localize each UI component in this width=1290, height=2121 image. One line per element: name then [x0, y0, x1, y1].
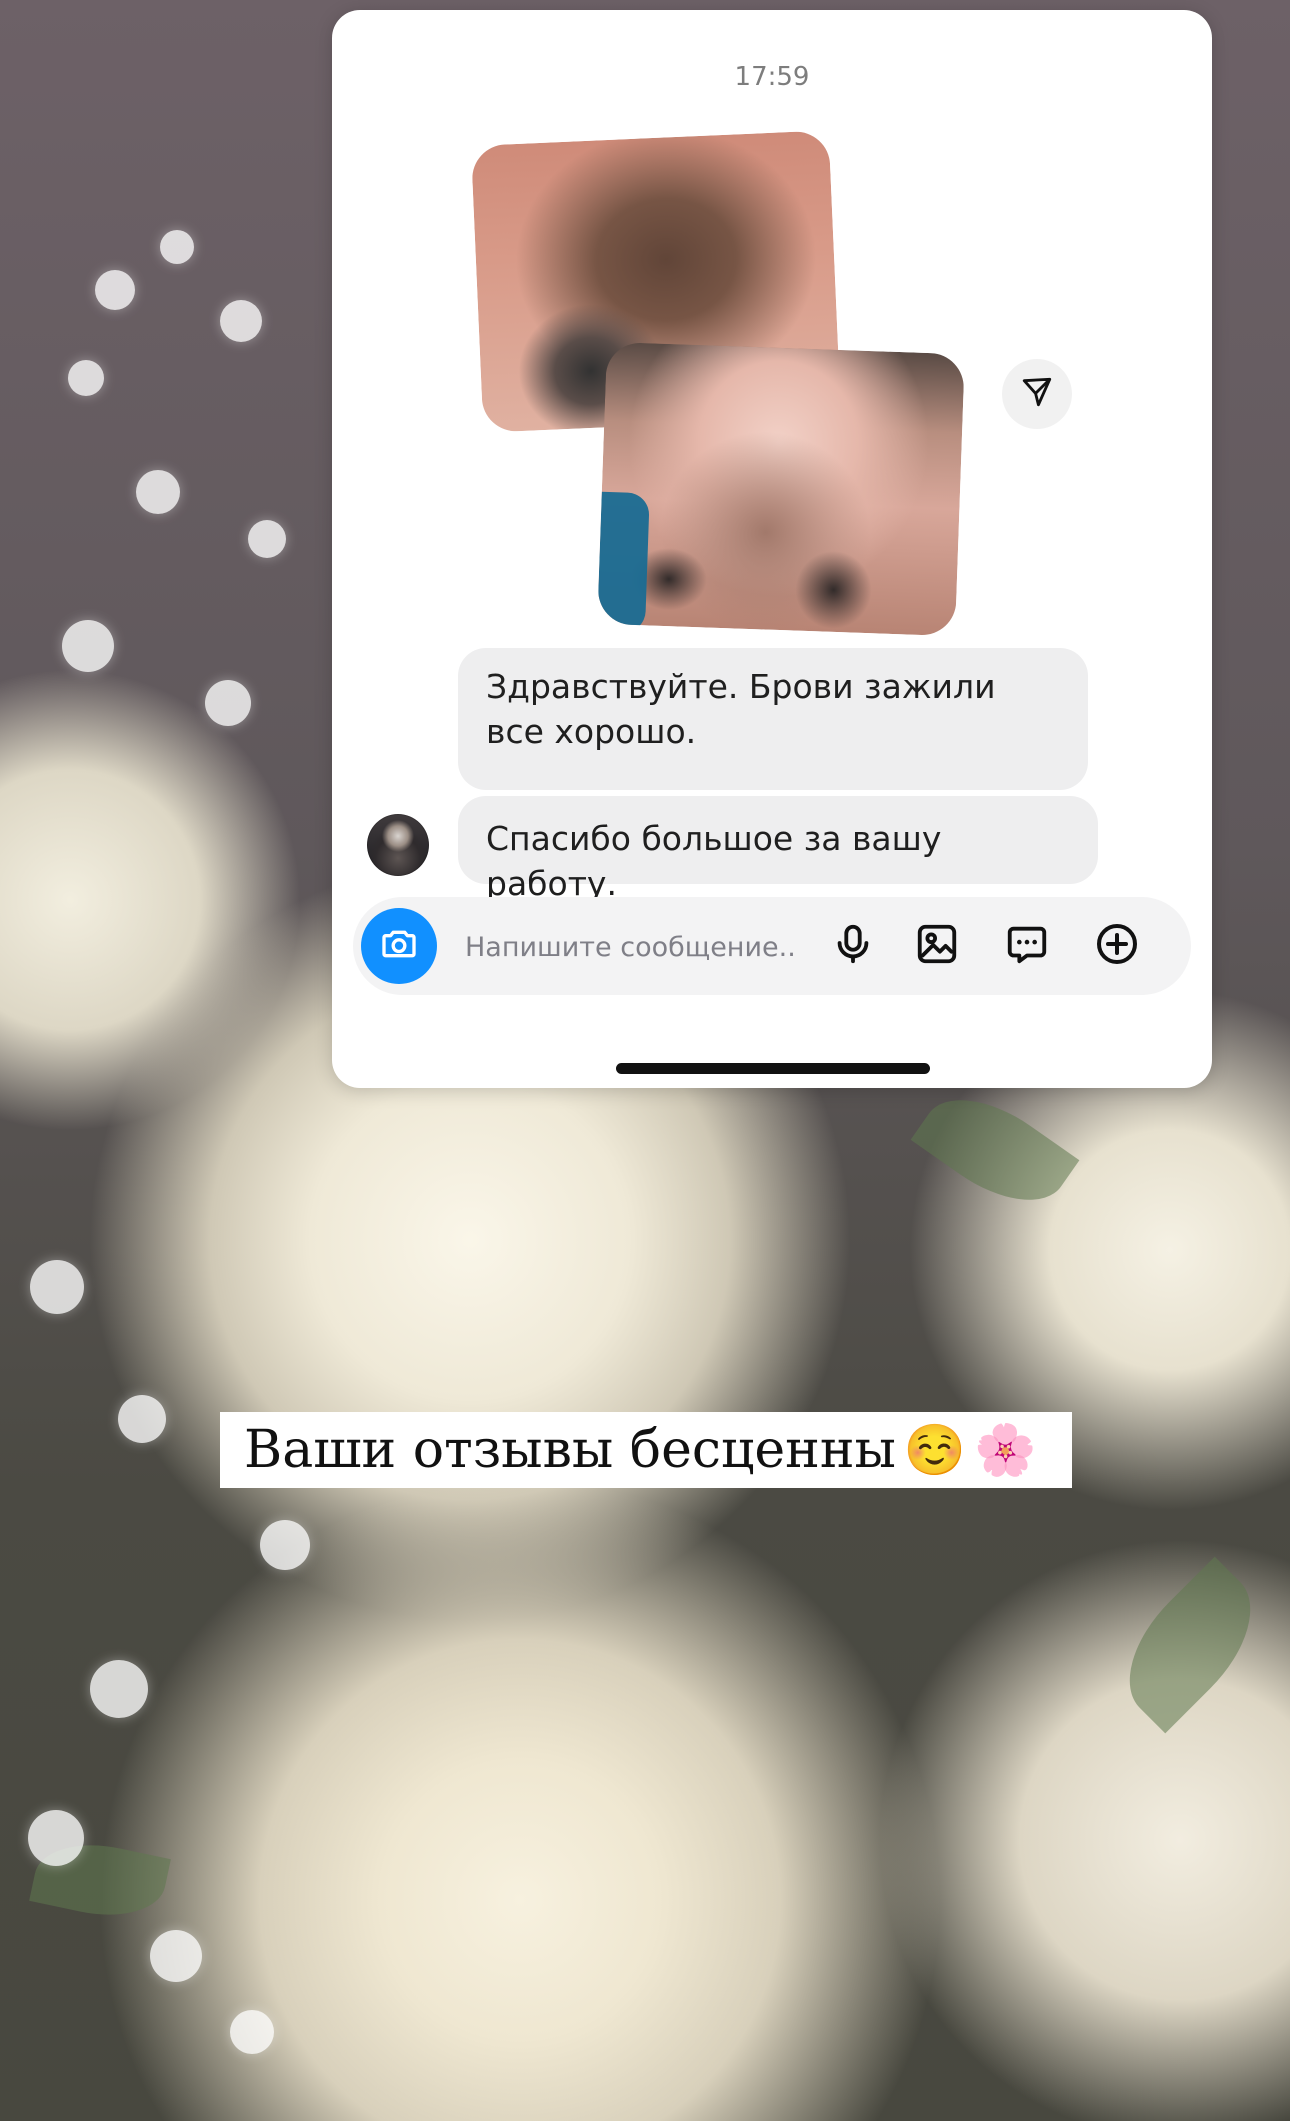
flower-emoji: 🌸	[974, 1421, 1037, 1479]
sticker-icon	[1004, 921, 1050, 971]
camera-button[interactable]	[361, 908, 437, 984]
home-indicator	[616, 1063, 930, 1074]
sticker-button[interactable]	[1001, 920, 1053, 972]
message-text: Спасибо большое за вашу работу.	[486, 819, 942, 903]
smiling-emoji: ☺️	[903, 1421, 967, 1479]
flower-decoration	[260, 1520, 310, 1570]
flower-decoration	[160, 230, 194, 264]
avatar[interactable]	[367, 814, 429, 876]
gallery-button[interactable]	[911, 920, 963, 972]
chat-card: 17:59 Здравствуйте. Брови зажили все хор…	[332, 10, 1212, 1088]
message-composer	[353, 897, 1191, 995]
leaf-decoration	[1101, 1556, 1279, 1734]
flower-decoration	[28, 1810, 84, 1866]
microphone-button[interactable]	[827, 920, 879, 972]
message-bubble[interactable]: Спасибо большое за вашу работу.	[458, 796, 1098, 903]
message-time: 17:59	[734, 62, 810, 92]
flower-decoration	[220, 300, 262, 342]
flower-decoration	[68, 360, 104, 396]
story-background: 17:59 Здравствуйте. Брови зажили все хор…	[0, 0, 1290, 2121]
microphone-icon	[830, 921, 876, 971]
message-text: Здравствуйте. Брови зажили все хорошо.	[486, 667, 996, 751]
message-input[interactable]	[463, 921, 797, 973]
flower-decoration	[230, 2010, 274, 2054]
flower-decoration	[62, 620, 114, 672]
flower-decoration	[90, 1660, 148, 1718]
caption-text: Ваши отзывы бесценны	[244, 1420, 896, 1480]
flower-decoration	[30, 1260, 84, 1314]
flower-decoration	[95, 270, 135, 310]
flower-decoration	[118, 1395, 166, 1443]
flower-decoration	[248, 520, 286, 558]
flower-decoration	[205, 680, 251, 726]
flower-decoration	[136, 470, 180, 514]
plus-button[interactable]	[1091, 920, 1143, 972]
eyebrow-photo-2[interactable]	[597, 341, 965, 637]
plus-circle-icon	[1093, 920, 1141, 972]
gallery-icon	[914, 921, 960, 971]
message-bubble[interactable]: Здравствуйте. Брови зажили все хорошо.	[458, 648, 1088, 790]
camera-icon	[379, 924, 419, 968]
story-caption: Ваши отзывы бесценны ☺️ 🌸	[220, 1412, 1072, 1488]
share-button[interactable]	[1002, 359, 1072, 429]
flower-decoration	[150, 1930, 202, 1982]
paper-plane-icon	[1020, 375, 1054, 413]
leaf-decoration	[910, 1074, 1080, 1226]
